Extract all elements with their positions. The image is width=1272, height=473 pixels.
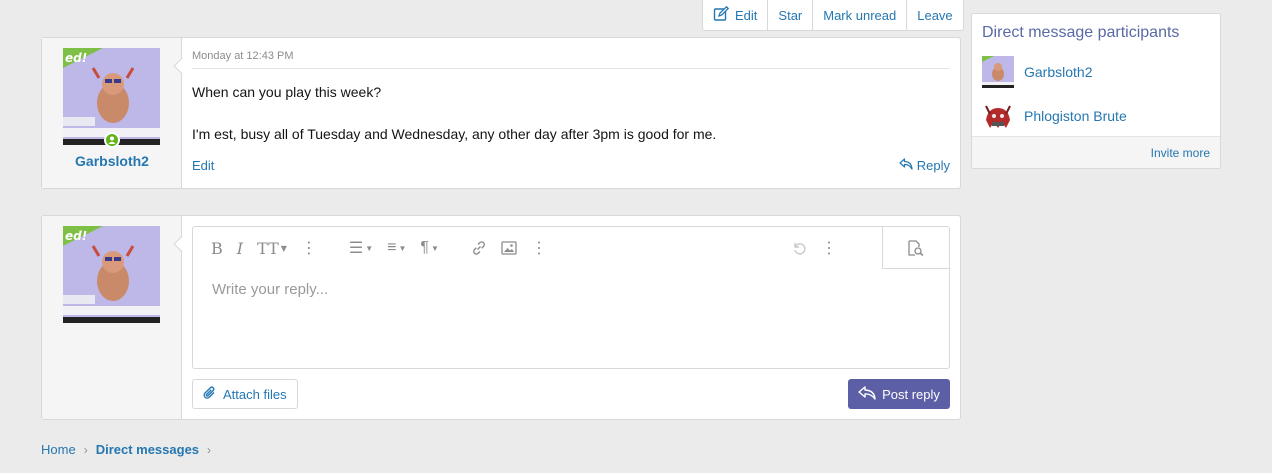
chevron-right-icon: › [83, 442, 88, 457]
more-editor-options-icon[interactable]: ⋮ [821, 238, 837, 258]
message-block: ed! Garbsloth2 Monday at 12:43 PM When c… [41, 37, 961, 189]
conversation-actions: Edit Star Mark unread Leave [702, 0, 964, 31]
reply-block: ed! B I TT ▼ ⋮ ☰ ▼ ≡ ▼ ¶ ▼ ⋮ ⋮ Write you… [41, 215, 961, 420]
participant-item[interactable]: Phlogiston Brute [982, 100, 1127, 132]
message-date[interactable]: Monday at 12:43 PM [192, 50, 950, 69]
message-user-column: ed! Garbsloth2 [42, 38, 182, 188]
attach-files-button[interactable]: Attach files [192, 379, 298, 409]
undo-icon[interactable] [791, 240, 807, 256]
text-size-icon[interactable]: TT ▼ [257, 239, 287, 258]
edit-icon [713, 5, 730, 25]
mark-unread-button[interactable]: Mark unread [812, 0, 906, 30]
reply-input[interactable]: Write your reply... [212, 281, 328, 298]
edit-message-link[interactable]: Edit [192, 158, 214, 173]
participant-name: Garbsloth2 [1024, 64, 1093, 80]
svg-text:ed!: ed! [65, 51, 87, 65]
image-icon[interactable] [501, 241, 517, 255]
participant-item[interactable]: Garbsloth2 [982, 56, 1092, 88]
attach-files-label: Attach files [223, 386, 287, 402]
more-insert-options-icon[interactable]: ⋮ [531, 238, 547, 258]
link-icon[interactable] [471, 240, 487, 256]
post-reply-label: Post reply [882, 386, 940, 402]
participant-name: Phlogiston Brute [1024, 108, 1127, 124]
chevron-right-icon: › [207, 442, 212, 457]
edit-conversation-label: Edit [735, 7, 758, 23]
avatar [982, 100, 1014, 132]
message-author-link[interactable]: Garbsloth2 [42, 153, 182, 169]
reply-link[interactable]: Reply [899, 158, 950, 173]
preview-icon[interactable] [882, 227, 949, 269]
breadcrumb-direct-messages[interactable]: Direct messages [96, 442, 199, 457]
reply-user-column: ed! [42, 216, 182, 419]
message-main: Monday at 12:43 PM When can you play thi… [192, 38, 950, 188]
participants-panel: Direct message participants Garbsloth2 P… [971, 13, 1221, 169]
align-icon[interactable]: ≡ ▼ [387, 239, 406, 257]
star-button[interactable]: Star [767, 0, 812, 30]
message-body: When can you play this week? I'm est, bu… [192, 82, 716, 166]
breadcrumb: Home › Direct messages › [41, 442, 211, 457]
reply-icon [899, 158, 913, 173]
message-paragraph: I'm est, busy all of Tuesday and Wednesd… [192, 126, 717, 142]
reply-label: Reply [916, 158, 950, 173]
avatar[interactable]: ed! [63, 48, 160, 145]
bold-icon[interactable]: B [211, 239, 223, 258]
italic-icon[interactable]: I [237, 239, 243, 258]
participants-title: Direct message participants [982, 24, 1180, 41]
svg-text:ed!: ed! [65, 229, 87, 243]
more-text-options-icon[interactable]: ⋮ [301, 238, 317, 258]
edit-conversation-button[interactable]: Edit [703, 0, 767, 30]
avatar[interactable]: ed! [63, 226, 160, 323]
online-status-icon [104, 132, 120, 148]
reply-icon [858, 385, 876, 403]
editor-toolbar: B I TT ▼ ⋮ ☰ ▼ ≡ ▼ ¶ ▼ ⋮ ⋮ [193, 227, 949, 269]
reply-editor[interactable]: B I TT ▼ ⋮ ☰ ▼ ≡ ▼ ¶ ▼ ⋮ ⋮ Write your reply.… [192, 226, 950, 369]
message-paragraph: When can you play this week? [192, 84, 382, 100]
list-icon[interactable]: ☰ ▼ [349, 238, 373, 258]
paragraph-icon[interactable]: ¶ ▼ [420, 239, 439, 257]
participants-footer: Invite more [972, 136, 1220, 168]
avatar [982, 56, 1014, 88]
breadcrumb-home[interactable]: Home [41, 442, 76, 457]
invite-more-link[interactable]: Invite more [1151, 146, 1210, 160]
leave-button[interactable]: Leave [906, 0, 962, 30]
paperclip-icon [203, 385, 217, 404]
post-reply-button[interactable]: Post reply [848, 379, 950, 409]
